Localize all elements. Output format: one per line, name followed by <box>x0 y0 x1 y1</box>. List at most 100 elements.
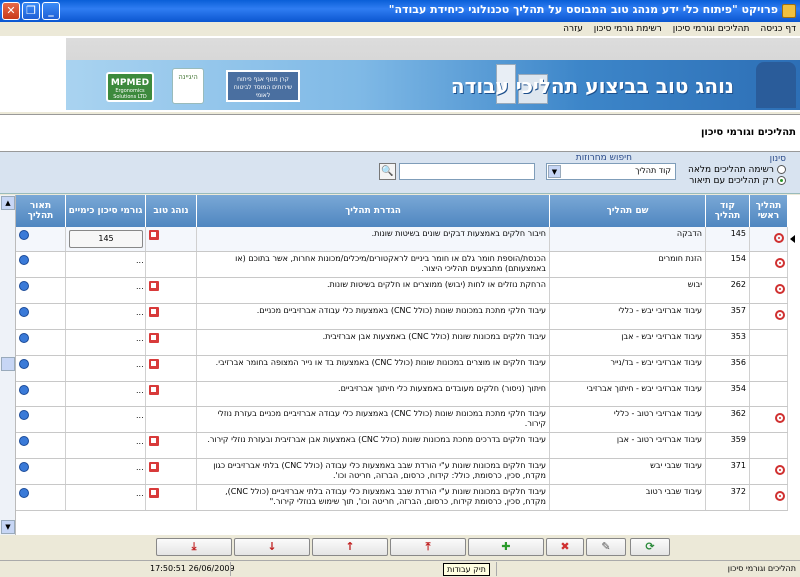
vertical-scrollbar[interactable]: ▲ ▼ <box>0 195 16 535</box>
main-process-icon[interactable] <box>775 465 785 475</box>
good-practice-icon[interactable] <box>149 436 159 446</box>
move-first-button[interactable]: ⤒ <box>390 538 466 556</box>
main-process-icon[interactable] <box>775 310 785 320</box>
cell-name[interactable]: עיבוד אברזיבי רטוב - כללי <box>550 407 706 432</box>
delete-button[interactable]: ✖ <box>546 538 584 556</box>
good-practice-icon[interactable] <box>149 488 159 498</box>
radio-circle[interactable] <box>777 165 786 174</box>
chem-risk-ellipsis[interactable]: ... <box>136 386 144 395</box>
cell-chem-risk[interactable] <box>66 252 146 277</box>
main-process-icon[interactable] <box>775 491 785 501</box>
cell-code[interactable]: 372 <box>706 485 750 510</box>
cell-chem-risk[interactable] <box>66 485 146 510</box>
chem-risk-ellipsis[interactable]: ... <box>136 463 144 472</box>
cell-name[interactable]: עיבוד אברזיבי יבש - חיתוך אברזיבי <box>550 382 706 406</box>
move-next-button[interactable]: ↓ <box>234 538 310 556</box>
cell-name[interactable]: עיבוד אברזיבי יבש - בד/נייר <box>550 356 706 381</box>
restore-button[interactable]: ❐ <box>22 2 40 20</box>
good-practice-icon[interactable] <box>149 462 159 472</box>
good-practice-icon[interactable] <box>149 281 159 291</box>
chem-risk-ellipsis[interactable]: ... <box>136 282 144 291</box>
cell-chem-risk[interactable] <box>66 330 146 355</box>
search-input[interactable] <box>399 163 535 180</box>
cell-chem-risk[interactable] <box>66 407 146 432</box>
col-header-name[interactable]: שם תהליך <box>550 195 706 227</box>
table-row[interactable]: 362 עיבוד אברזיבי רטוב - כללי עיבוד חלקי מ… <box>16 407 788 433</box>
cell-code[interactable]: 357 <box>706 304 750 329</box>
menu-item-help[interactable]: עזרה <box>559 22 587 36</box>
chem-risk-ellipsis[interactable]: ... <box>136 334 144 343</box>
cell-definition[interactable]: חיבור חלקים באמצעות דבקים שונים בשיטות ש… <box>197 227 550 251</box>
chem-risk-ellipsis[interactable]: ... <box>136 360 144 369</box>
menu-item-processes[interactable]: תהליכים וגורמי סיכון <box>669 22 754 36</box>
cell-chem-risk[interactable] <box>66 278 146 303</box>
chem-risk-button[interactable]: 145 <box>69 230 143 248</box>
good-practice-icon[interactable] <box>149 333 159 343</box>
good-practice-icon[interactable] <box>149 385 159 395</box>
move-prev-button[interactable]: ↑ <box>312 538 388 556</box>
cell-name[interactable]: הזנת חומרים <box>550 252 706 277</box>
description-globe-icon[interactable] <box>19 307 29 317</box>
cell-code[interactable]: 362 <box>706 407 750 432</box>
cell-code[interactable]: 354 <box>706 382 750 406</box>
cell-main-process[interactable] <box>750 330 788 355</box>
title-bar[interactable]: פרויקט "פיתוח כלי ידע מנהג טוב המבוסס על… <box>0 0 800 22</box>
cell-name[interactable]: עיבוד שבבי רטוב <box>550 485 706 510</box>
cell-main-process[interactable] <box>750 356 788 381</box>
cell-code[interactable]: 154 <box>706 252 750 277</box>
good-practice-icon[interactable] <box>149 359 159 369</box>
cell-code[interactable]: 371 <box>706 459 750 484</box>
table-row[interactable]: 371 עיבוד שבבי יבש עיבוד חלקים במכונות שונ… <box>16 459 788 485</box>
cell-definition[interactable]: עיבוד חלקים במכונות שונות ע"י הורדת שבב … <box>197 459 550 484</box>
cell-definition[interactable]: עיבוד חלקים בדרכים מחכת במכונות שונות (כ… <box>197 433 550 458</box>
description-globe-icon[interactable] <box>19 255 29 265</box>
table-row[interactable]: 262 יבוש הרחקת נוזלים או לחות (יבוש) ממוצר… <box>16 278 788 304</box>
cell-definition[interactable]: הרחקת נוזלים או לחות (יבוש) ממוצרים או ח… <box>197 278 550 303</box>
col-header-description[interactable]: תאור תהליך <box>16 195 66 227</box>
cell-main-process[interactable] <box>750 382 788 406</box>
cell-definition[interactable]: עיבוד חלקים במכונות שונות (כולל CNC) באמ… <box>197 330 550 355</box>
good-practice-icon[interactable] <box>149 230 159 240</box>
chem-risk-ellipsis[interactable]: ... <box>136 411 144 420</box>
cell-good-practice[interactable] <box>146 252 197 277</box>
cell-definition[interactable]: עיבוד חלקים או מוצרים במכונות שונות (כול… <box>197 356 550 381</box>
refresh-button[interactable]: ⟳ <box>630 538 670 556</box>
col-header-chem-risk[interactable]: גורמי סיכון כימיים <box>66 195 146 227</box>
menu-item-home[interactable]: דף כניסה <box>756 22 800 36</box>
description-globe-icon[interactable] <box>19 385 29 395</box>
cell-chem-risk[interactable] <box>66 433 146 458</box>
close-button[interactable]: ✕ <box>2 2 20 20</box>
table-row[interactable]: 359 עיבוד אברזיבי רטוב - אבן עיבוד חלקים ב… <box>16 433 788 459</box>
cell-code[interactable]: 145 <box>706 227 750 251</box>
search-icon[interactable]: 🔍 <box>379 163 396 180</box>
cell-name[interactable]: הדבקה <box>550 227 706 251</box>
main-process-icon[interactable] <box>774 233 784 243</box>
cell-name[interactable]: עיבוד אברזיבי יבש - אבן <box>550 330 706 355</box>
move-last-button[interactable]: ⤓ <box>156 538 232 556</box>
cell-chem-risk[interactable] <box>66 382 146 406</box>
description-globe-icon[interactable] <box>19 359 29 369</box>
search-field-select[interactable]: קוד תהליך ▼ <box>546 163 676 180</box>
chevron-down-icon[interactable]: ▼ <box>548 165 561 178</box>
table-row[interactable]: 356 עיבוד אברזיבי יבש - בד/נייר עיבוד חלקי… <box>16 356 788 382</box>
cell-definition[interactable]: עיבוד חלקים במכונות שונות ע"י הורדת שבב … <box>197 485 550 510</box>
table-row[interactable]: 353 עיבוד אברזיבי יבש - אבן עיבוד חלקים במ… <box>16 330 788 356</box>
cell-name[interactable]: יבוש <box>550 278 706 303</box>
cell-name[interactable]: עיבוד אברזיבי רטוב - אבן <box>550 433 706 458</box>
scroll-down-icon[interactable]: ▼ <box>1 520 15 534</box>
description-globe-icon[interactable] <box>19 436 29 446</box>
chem-risk-ellipsis[interactable]: ... <box>136 256 144 265</box>
table-row[interactable]: 354 עיבוד אברזיבי יבש - חיתוך אברזיבי חיתו… <box>16 382 788 407</box>
add-button[interactable]: ✚ <box>468 538 544 556</box>
cell-chem-risk[interactable] <box>66 356 146 381</box>
good-practice-icon[interactable] <box>149 307 159 317</box>
cell-definition[interactable]: עיבוד חלקי מתכת במכונות שונות (כולל CNC)… <box>197 304 550 329</box>
description-globe-icon[interactable] <box>19 462 29 472</box>
col-header-main[interactable]: תהליך ראשי <box>750 195 788 227</box>
table-row[interactable]: 372 עיבוד שבבי רטוב עיבוד חלקים במכונות שו… <box>16 485 788 511</box>
description-globe-icon[interactable] <box>19 281 29 291</box>
cell-code[interactable]: 262 <box>706 278 750 303</box>
cell-chem-risk[interactable] <box>66 304 146 329</box>
description-globe-icon[interactable] <box>19 230 29 240</box>
cell-definition[interactable]: חיתוך (ניסור) חלקים מעובדים באמצעות כלי … <box>197 382 550 406</box>
